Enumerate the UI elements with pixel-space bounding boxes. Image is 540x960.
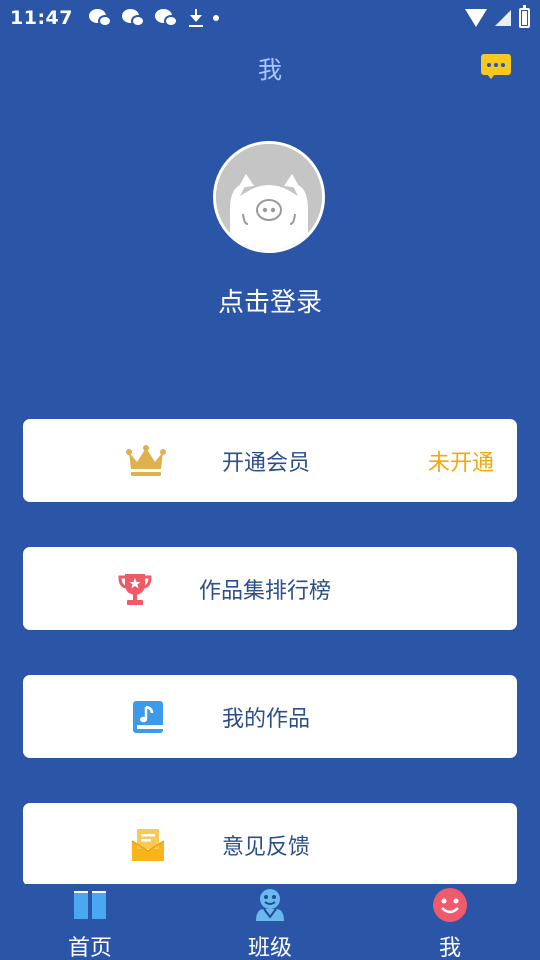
download-icon <box>188 8 204 28</box>
message-icon[interactable] <box>481 54 511 79</box>
crown-icon <box>126 444 166 476</box>
nav-item-home[interactable]: 首页 <box>30 884 150 960</box>
feedback-mail-icon <box>131 828 165 861</box>
battery-icon <box>519 5 530 28</box>
music-book-icon <box>133 700 163 733</box>
nav-label: 我 <box>438 936 461 960</box>
menu-item-label: 我的作品 <box>222 706 311 732</box>
page-title: 我 <box>258 56 282 84</box>
menu-item-label: 意见反馈 <box>222 834 311 860</box>
book-icon <box>74 891 106 919</box>
nav-item-me[interactable]: 我 <box>390 884 510 960</box>
login-button[interactable]: 点击登录 <box>0 282 540 319</box>
menu-item-membership[interactable]: 开通会员 未开通 <box>23 419 517 502</box>
status-system-icons <box>465 5 530 28</box>
nav-label: 首页 <box>67 936 112 960</box>
pig-avatar-icon <box>216 144 322 250</box>
status-time: 11:47 <box>10 7 73 29</box>
menu-item-label: 作品集排行榜 <box>199 578 332 604</box>
wechat-icon <box>154 9 179 27</box>
wifi-icon <box>465 9 487 27</box>
menu-item-label: 开通会员 <box>222 450 311 476</box>
membership-status: 未开通 <box>427 450 494 476</box>
menu-item-ranking[interactable]: 作品集排行榜 <box>23 547 517 630</box>
nav-item-class[interactable]: 班级 <box>210 884 330 960</box>
avatar[interactable] <box>213 141 325 253</box>
nav-label: 班级 <box>247 936 292 960</box>
smiley-icon <box>433 888 467 922</box>
menu-item-feedback[interactable]: 意见反馈 <box>23 803 517 886</box>
status-bar: 11:47 <box>0 0 540 36</box>
status-notification-icons <box>88 8 219 28</box>
menu-item-my-works[interactable]: 我的作品 <box>23 675 517 758</box>
wechat-icon <box>121 9 146 27</box>
wechat-icon <box>88 9 113 27</box>
class-icon <box>256 889 284 921</box>
signal-icon <box>495 10 511 26</box>
trophy-icon <box>118 573 152 605</box>
bottom-nav: 首页 班级 我 <box>0 884 540 960</box>
dot-icon <box>212 15 219 21</box>
